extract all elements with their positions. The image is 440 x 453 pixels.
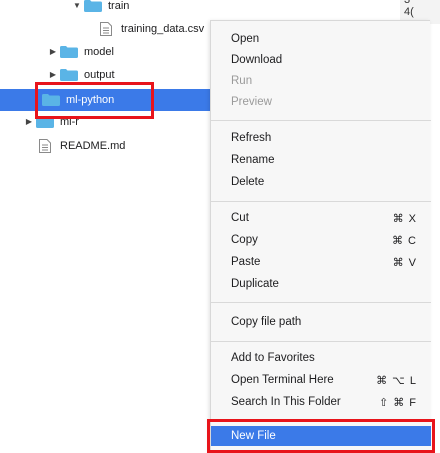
menu-item-rename[interactable]: Rename [211, 149, 431, 171]
menu-item-label: Refresh [231, 132, 272, 144]
annotation-highlight-new-file [207, 419, 435, 453]
chevron-right-icon[interactable]: ▶ [48, 70, 58, 80]
menu-item-label: Open Terminal Here [231, 374, 334, 386]
context-menu: Open Download Run Preview Refresh Rename… [210, 20, 431, 453]
menu-item-duplicate[interactable]: Duplicate [211, 273, 431, 295]
menu-separator [211, 120, 431, 121]
file-icon [100, 22, 112, 36]
tree-item-label: train [108, 0, 130, 12]
menu-item-label: Paste [231, 256, 261, 268]
menu-item-label: Open [231, 33, 260, 45]
menu-item-label: Add to Favorites [231, 352, 315, 364]
chevron-right-icon[interactable]: ▶ [24, 117, 34, 127]
menu-item-label: Copy [231, 234, 258, 246]
menu-item-download[interactable]: Download [211, 49, 431, 71]
menu-item-open[interactable]: Open [211, 28, 431, 50]
annotation-highlight-ml-python [35, 82, 154, 119]
file-icon [39, 139, 51, 153]
folder-icon [84, 0, 102, 12]
menu-item-label: Search In This Folder [231, 396, 341, 408]
shortcut-label: ⌘ C [392, 234, 417, 247]
menu-item-paste[interactable]: Paste ⌘ V [211, 251, 431, 273]
menu-item-cut[interactable]: Cut ⌘ X [211, 207, 431, 229]
tree-item-label: README.md [60, 140, 126, 152]
tree-item-train[interactable]: ▼ train [0, 0, 282, 16]
menu-item-delete[interactable]: Delete [211, 171, 431, 193]
menu-item-label: Preview [231, 96, 272, 108]
menu-separator [211, 341, 431, 342]
menu-separator [211, 201, 431, 202]
tree-item-label: output [84, 69, 115, 81]
chevron-right-icon[interactable]: ▶ [48, 47, 58, 57]
menu-item-preview: Preview [211, 91, 431, 113]
tree-item-label: model [84, 46, 114, 58]
menu-item-open-terminal-here[interactable]: Open Terminal Here ⌘ ⌥ L [211, 369, 431, 391]
menu-item-label: Rename [231, 154, 275, 166]
menu-item-label: Run [231, 75, 253, 87]
shortcut-label: ⌘ ⌥ L [376, 374, 417, 387]
menu-item-run: Run [211, 70, 431, 92]
menu-item-label: Delete [231, 176, 265, 188]
menu-item-label: Copy file path [231, 316, 302, 328]
shortcut-label: ⇧ ⌘ F [378, 396, 417, 409]
folder-icon [60, 69, 78, 81]
menu-item-label: Download [231, 54, 283, 66]
shortcut-label: ⌘ V [392, 256, 417, 269]
menu-item-add-to-favorites[interactable]: Add to Favorites [211, 347, 431, 369]
menu-item-label: Duplicate [231, 278, 279, 290]
clipped-value: 4( [404, 6, 414, 18]
tree-item-label: training_data.csv [121, 23, 205, 35]
chevron-down-icon[interactable]: ▼ [72, 1, 82, 11]
menu-item-copy[interactable]: Copy ⌘ C [211, 229, 431, 251]
menu-separator [211, 302, 431, 303]
shortcut-label: ⌘ X [392, 212, 417, 225]
folder-icon [60, 46, 78, 58]
file-tree: ▼ train training_data.csv ▶ model ▶ outp… [0, 0, 258, 453]
menu-item-search-in-this-folder[interactable]: Search In This Folder ⇧ ⌘ F [211, 391, 431, 413]
menu-item-copy-file-path[interactable]: Copy file path [211, 311, 431, 333]
menu-item-label: Cut [231, 212, 249, 224]
menu-item-refresh[interactable]: Refresh [211, 127, 431, 149]
